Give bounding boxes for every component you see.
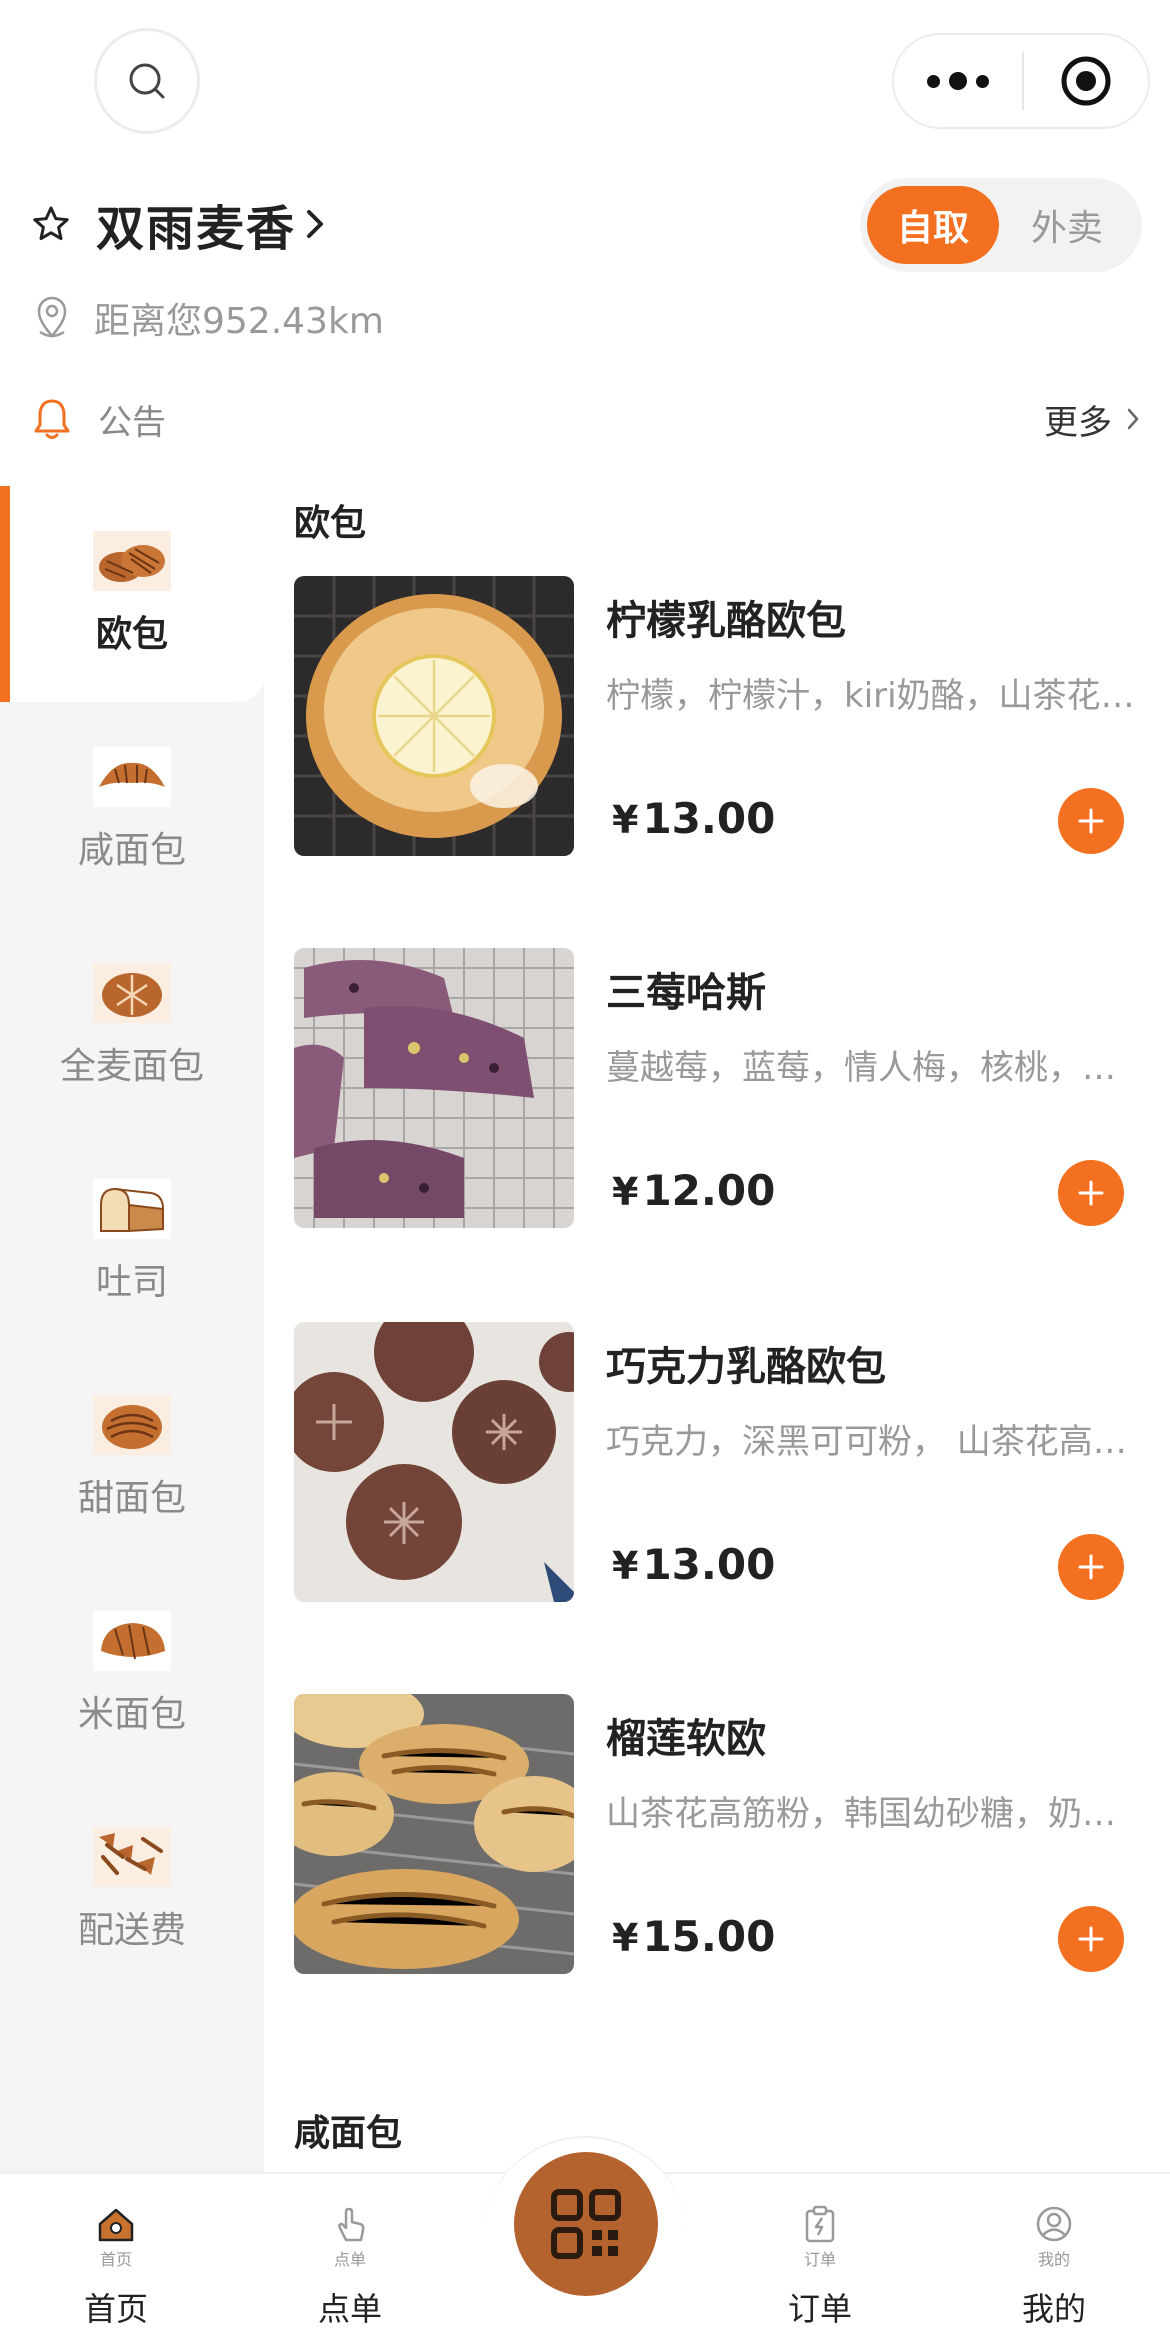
tab-mini-label: 我的 bbox=[1037, 2250, 1070, 2269]
add-to-cart-button[interactable] bbox=[1058, 788, 1124, 854]
rice-bread-icon bbox=[93, 1611, 171, 1671]
tab-me[interactable]: 我的 我的 bbox=[954, 2174, 1154, 2337]
sidebar-item-label: 全麦面包 bbox=[59, 1046, 204, 1087]
product-price: ¥13.00 bbox=[612, 1540, 775, 1589]
sidebar-item-label: 米面包 bbox=[77, 1694, 186, 1735]
tab-label: 点单 bbox=[317, 2290, 382, 2328]
sidebar-item-delivery-fee[interactable]: 配送费 bbox=[0, 1782, 264, 1998]
toast-loaf-icon bbox=[93, 1179, 171, 1239]
product-description: 山茶花高筋粉，韩国幼砂糖，奶油奶酪 bbox=[606, 1794, 1138, 1834]
clipboard-icon bbox=[805, 2205, 835, 2243]
product-name: 三莓哈斯 bbox=[606, 970, 766, 1016]
target-icon[interactable] bbox=[1024, 35, 1148, 127]
sidebar-item-label: 甜面包 bbox=[77, 1478, 186, 1519]
search-icon bbox=[129, 63, 165, 99]
price-value: 15.00 bbox=[642, 1912, 776, 1961]
add-to-cart-button[interactable] bbox=[1058, 1160, 1124, 1226]
add-to-cart-button[interactable] bbox=[1058, 1906, 1124, 1972]
tab-home[interactable]: 首页 首页 bbox=[16, 2174, 216, 2337]
chevron-right-icon bbox=[307, 210, 324, 238]
plus-icon bbox=[1078, 1180, 1104, 1206]
whole-wheat-loaf-icon bbox=[93, 963, 171, 1023]
notice-more-label: 更多 bbox=[1044, 402, 1112, 443]
sidebar-item-whole-wheat[interactable]: 全麦面包 bbox=[0, 918, 264, 1134]
european-bread-icon bbox=[93, 531, 171, 591]
notice-row: 公告 更多 bbox=[32, 388, 1140, 450]
price-value: 13.00 bbox=[642, 794, 776, 843]
tap-order-icon bbox=[338, 2207, 365, 2242]
plus-icon bbox=[1078, 808, 1104, 834]
tab-order[interactable]: 点单 点单 bbox=[250, 2174, 450, 2337]
sidebar-item-toast[interactable]: 吐司 bbox=[0, 1134, 264, 1350]
product-price: ¥13.00 bbox=[612, 794, 775, 843]
product-name: 榴莲软欧 bbox=[606, 1716, 766, 1762]
add-to-cart-button[interactable] bbox=[1058, 1534, 1124, 1600]
price-value: 13.00 bbox=[642, 1540, 776, 1589]
product-card[interactable]: 三莓哈斯 蔓越莓，蓝莓，情人梅，核桃，全麦粉 ¥12.00 bbox=[294, 948, 1140, 1230]
product-card[interactable]: 柠檬乳酪欧包 柠檬，柠檬汁，kiri奶酪，山茶花高筋粉 ¥13.00 bbox=[294, 576, 1140, 858]
product-card[interactable]: 榴莲软欧 山茶花高筋粉，韩国幼砂糖，奶油奶酪 ¥15.00 bbox=[294, 1694, 1140, 1976]
product-image[interactable] bbox=[294, 1694, 574, 1974]
star-icon[interactable] bbox=[32, 205, 70, 243]
bell-icon bbox=[34, 399, 70, 439]
sidebar-item-label: 欧包 bbox=[95, 614, 168, 655]
tab-label: 首页 bbox=[83, 2290, 148, 2328]
scan-qr-button[interactable] bbox=[514, 2152, 658, 2296]
tab-mini-label: 首页 bbox=[99, 2250, 132, 2269]
currency-symbol: ¥ bbox=[612, 798, 639, 842]
qr-code-icon bbox=[551, 2189, 621, 2259]
sidebar-item-salty-bread[interactable]: 咸面包 bbox=[0, 702, 264, 918]
product-price: ¥12.00 bbox=[612, 1166, 775, 1215]
price-value: 12.00 bbox=[642, 1166, 776, 1215]
croissant-icon bbox=[93, 747, 171, 807]
user-icon bbox=[1036, 2206, 1072, 2242]
sweet-bun-icon bbox=[93, 1395, 171, 1455]
product-card[interactable]: 巧克力乳酪欧包 巧克力，深黑可可粉， 山茶花高筋粉 ¥13.00 bbox=[294, 1322, 1140, 1604]
tab-label: 我的 bbox=[1021, 2290, 1086, 2328]
mini-program-capsule bbox=[892, 33, 1150, 129]
product-image[interactable] bbox=[294, 948, 574, 1228]
sidebar-item-label: 吐司 bbox=[95, 1262, 168, 1303]
plus-icon bbox=[1078, 1926, 1104, 1952]
order-mode-switch: 自取 外卖 bbox=[860, 178, 1142, 272]
notice-label: 公告 bbox=[98, 402, 166, 443]
currency-symbol: ¥ bbox=[612, 1170, 639, 1214]
currency-symbol: ¥ bbox=[612, 1544, 639, 1588]
section-title: 欧包 bbox=[294, 503, 367, 544]
more-dots-icon[interactable] bbox=[894, 35, 1022, 127]
sidebar-item-rice-bread[interactable]: 米面包 bbox=[0, 1566, 264, 1782]
currency-symbol: ¥ bbox=[612, 1916, 639, 1960]
tab-mini-label: 订单 bbox=[803, 2250, 836, 2269]
shop-name[interactable]: 双雨麦香 bbox=[96, 189, 296, 259]
sidebar-item-european-bread[interactable]: 欧包 bbox=[0, 486, 264, 702]
product-image[interactable] bbox=[294, 576, 574, 856]
product-price: ¥15.00 bbox=[612, 1912, 775, 1961]
sidebar-item-label: 配送费 bbox=[77, 1910, 186, 1951]
tab-label: 订单 bbox=[787, 2290, 852, 2328]
product-description: 柠檬，柠檬汁，kiri奶酪，山茶花高筋粉 bbox=[606, 676, 1138, 716]
product-name: 巧克力乳酪欧包 bbox=[606, 1344, 886, 1390]
delivery-fee-icon bbox=[93, 1827, 171, 1887]
chevron-right-icon bbox=[1127, 408, 1139, 430]
distance-text: 距离您952.43km bbox=[94, 301, 384, 342]
section-title: 咸面包 bbox=[294, 2113, 403, 2154]
sidebar-item-label: 咸面包 bbox=[77, 830, 186, 871]
search-button[interactable] bbox=[94, 28, 200, 134]
sidebar-item-sweet-bread[interactable]: 甜面包 bbox=[0, 1350, 264, 1566]
pickup-mode-button[interactable]: 自取 bbox=[867, 186, 999, 264]
product-name: 柠檬乳酪欧包 bbox=[606, 598, 846, 644]
tab-mini-label: 点单 bbox=[333, 2250, 366, 2269]
plus-icon bbox=[1078, 1554, 1104, 1580]
product-image[interactable] bbox=[294, 1322, 574, 1602]
notice-more-link[interactable]: 更多 bbox=[1044, 395, 1140, 444]
product-description: 蔓越莓，蓝莓，情人梅，核桃，全麦粉 bbox=[606, 1048, 1138, 1088]
home-icon bbox=[98, 2208, 134, 2242]
distance-row: 距离您952.43km bbox=[34, 292, 384, 344]
tab-orders[interactable]: 订单 订单 bbox=[720, 2174, 920, 2337]
delivery-mode-button[interactable]: 外卖 bbox=[999, 186, 1135, 264]
product-description: 巧克力，深黑可可粉， 山茶花高筋粉 bbox=[606, 1422, 1138, 1462]
location-pin-icon bbox=[37, 296, 67, 338]
category-sidebar: 欧包 咸面包 全麦面包 吐司 甜面包 米面包 配送费 bbox=[0, 486, 264, 2172]
shop-header[interactable]: 双雨麦香 bbox=[32, 190, 326, 258]
